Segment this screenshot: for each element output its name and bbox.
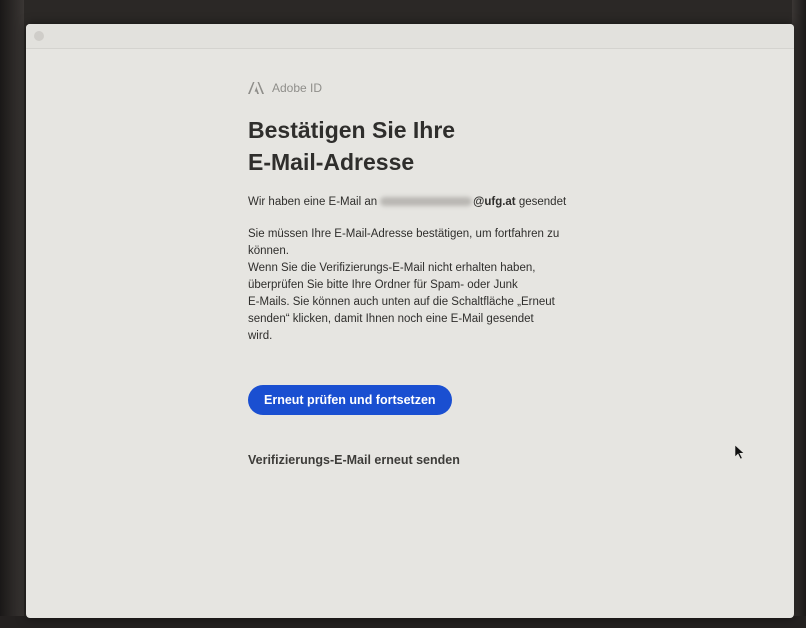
verification-panel: Adobe ID Bestätigen Sie Ihre E-Mail-Adre… [248,80,608,467]
window-titlebar [26,24,794,49]
brand-label: Adobe ID [272,81,323,95]
email-sent-notice: Wir haben eine E-Mail an @ufg.at gesendet [248,194,608,211]
redacted-email-name [380,197,473,207]
browser-window: Adobe ID Bestätigen Sie Ihre E-Mail-Adre… [26,24,794,618]
page-title-line-2: E-Mail-Adresse [248,149,415,175]
monitor-bezel-right [792,0,806,628]
page-title: Bestätigen Sie Ihre E-Mail-Adresse [248,114,608,178]
instructions-line: Wenn Sie die Verifizierungs-E-Mail nicht… [248,262,536,274]
instructions-text: Sie müssen Ihre E-Mail-Adresse bestätige… [248,226,598,345]
email-sent-suffix: gesendet [518,196,567,208]
instructions-line: wird. [248,330,273,342]
check-and-continue-button[interactable]: Erneut prüfen und fortsetzen [248,385,452,415]
window-close-button[interactable] [34,31,44,41]
instructions-line: können. [248,245,289,257]
instructions-line: überprüfen Sie bitte Ihre Ordner für Spa… [248,279,518,291]
resend-verification-email-link[interactable]: Verifizierungs-E-Mail erneut senden [248,453,608,467]
monitor-bezel-left [0,0,24,628]
brand-header: Adobe ID [248,80,608,96]
email-sent-prefix: Wir haben eine E-Mail an [248,196,378,208]
adobe-logo-icon [248,82,264,94]
instructions-line: senden“ klicken, damit Ihnen noch eine E… [248,313,534,325]
instructions-line: E-Mails. Sie können auch unten auf die S… [248,296,555,308]
page-title-line-1: Bestätigen Sie Ihre [248,117,456,143]
instructions-line: Sie müssen Ihre E-Mail-Adresse bestätige… [248,228,560,240]
mouse-pointer-icon [734,444,745,460]
email-domain: @ufg.at [473,196,516,208]
